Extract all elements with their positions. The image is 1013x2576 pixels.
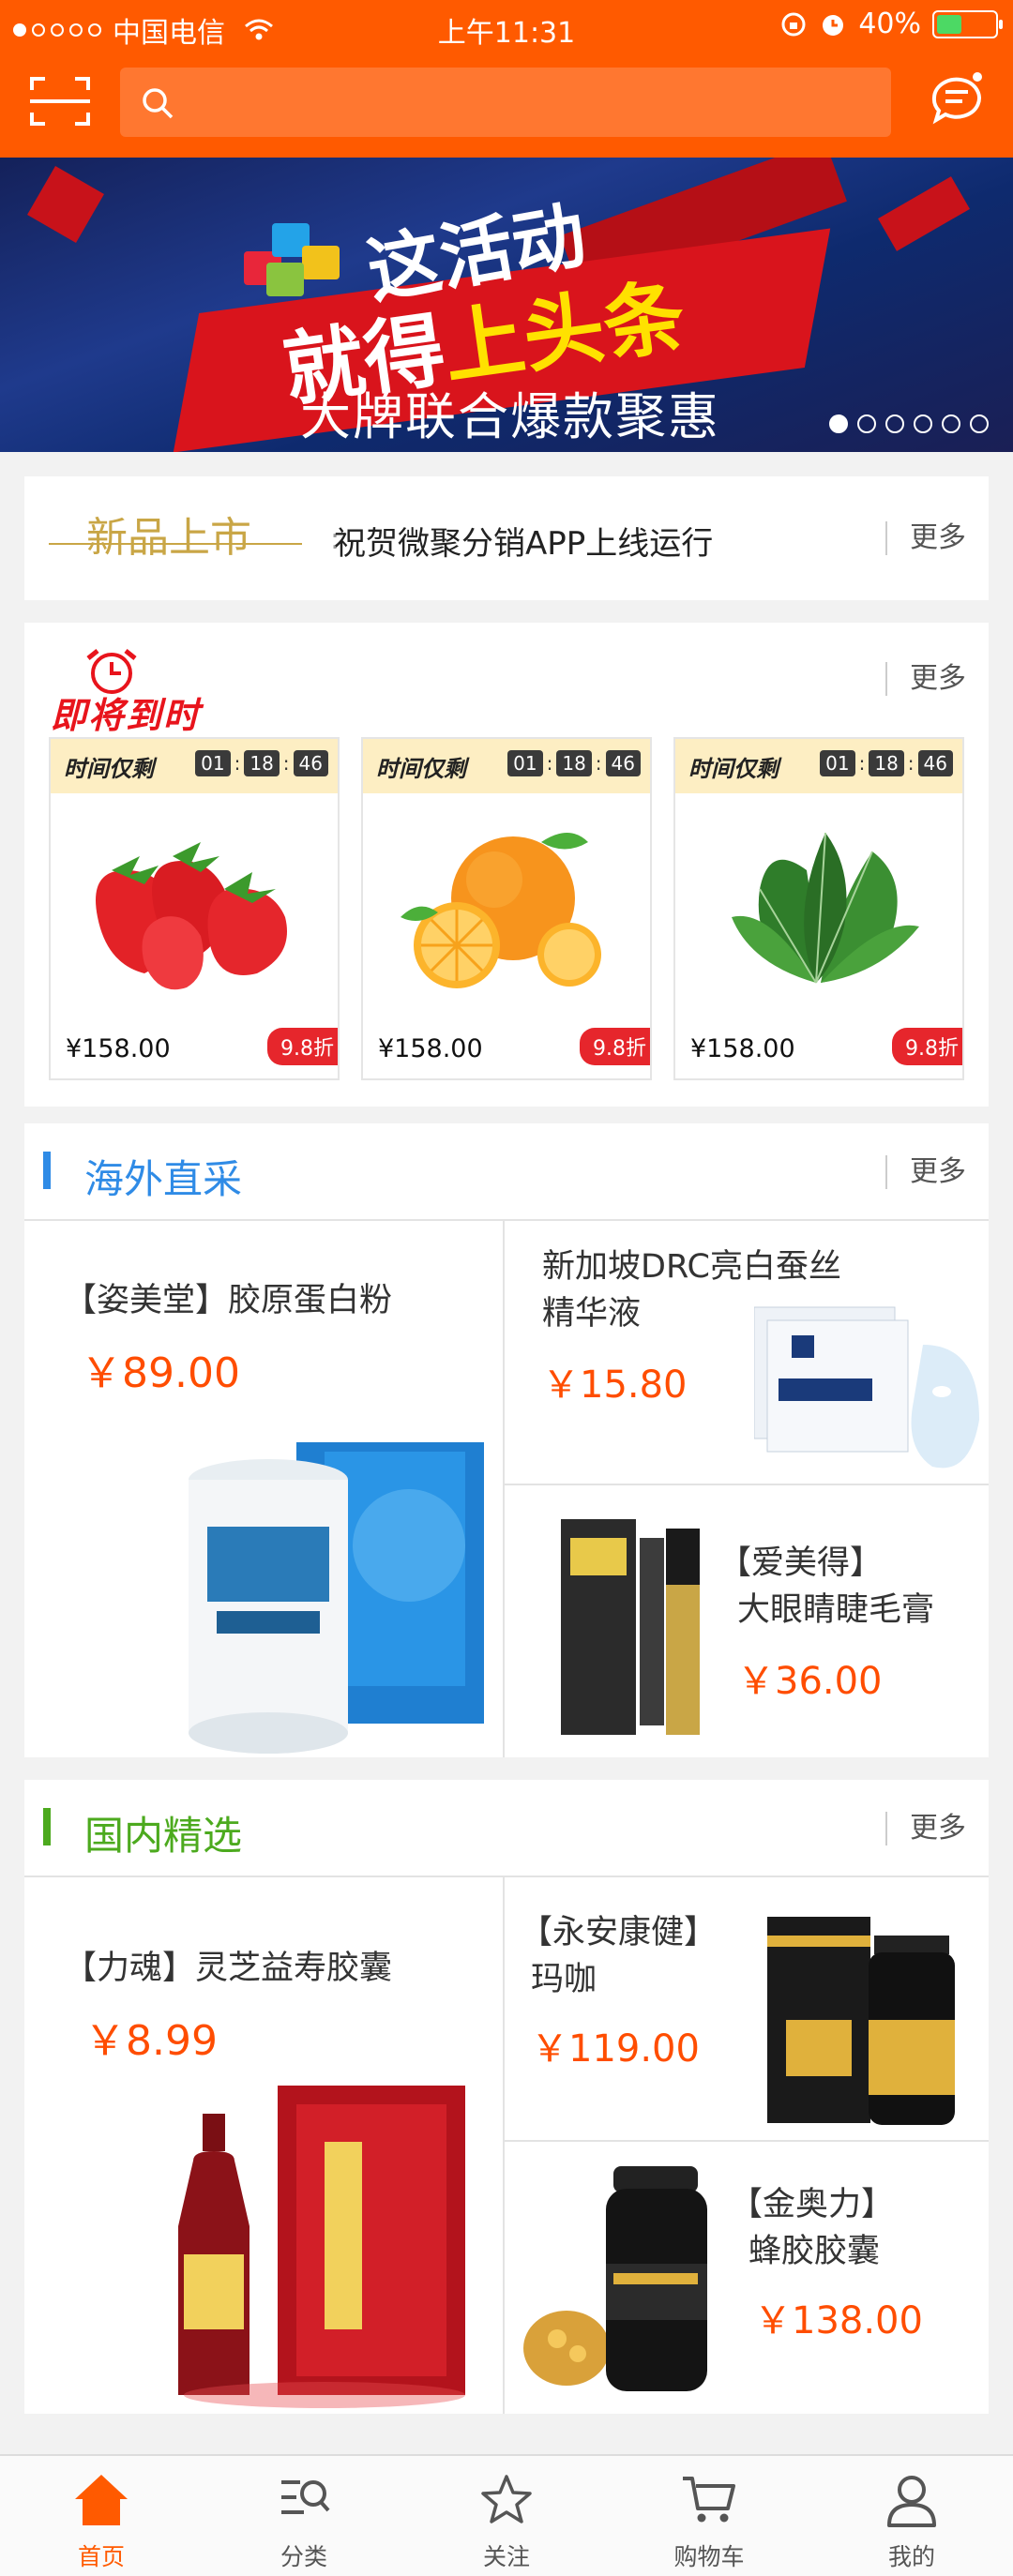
tab-mine[interactable]: 我的: [810, 2456, 1013, 2576]
orange-image: [401, 833, 601, 988]
cart-icon: [683, 2477, 735, 2523]
discount-badge: 9.8折: [267, 1028, 338, 1065]
gift-boxes-icon: [244, 214, 347, 298]
maca-image: [767, 1917, 955, 2125]
carousel-dot[interactable]: [829, 414, 848, 433]
section-title: 海外直采: [84, 1156, 243, 1202]
product-name: 玛咖: [531, 1961, 597, 1998]
banner-line-3: 大牌联合爆款聚惠: [300, 387, 720, 446]
news-more-link[interactable]: 更多: [885, 521, 989, 555]
star-icon: [481, 2475, 532, 2523]
domestic-section: 国内精选 更多 【力魂】灵芝益寿胶囊 ￥8.99 【永安康健】 玛咖 ￥119.…: [24, 1780, 989, 2414]
product-name: 蜂胶胶囊: [748, 2233, 881, 2270]
discount-badge: 9.8折: [892, 1028, 962, 1065]
product-tile[interactable]: 新加坡DRC亮白蚕丝 精华液 ￥15.80: [505, 1223, 989, 1484]
product-price: ￥119.00: [531, 2027, 700, 2071]
product-name: 【永安康健】: [520, 1914, 718, 1951]
tab-home[interactable]: 首页: [0, 2456, 203, 2576]
search-input[interactable]: [120, 68, 891, 137]
news-logo-text: 新品上市: [86, 514, 251, 562]
battery-icon: [932, 9, 1003, 38]
tab-cart[interactable]: 购物车: [608, 2456, 810, 2576]
flash-sale-section: 即将到时 更多 时间仅剩 01:18:46 ¥158.00 9.8折 时间仅剩 …: [24, 623, 989, 1107]
carousel-dot[interactable]: [857, 414, 876, 433]
product-price: ￥138.00: [754, 2299, 923, 2343]
message-icon[interactable]: [929, 69, 985, 126]
category-search-icon: [281, 2480, 330, 2514]
spinach-image: [732, 832, 919, 984]
promo-banner[interactable]: 这活动 就得上头条 大牌联合爆款聚惠: [0, 158, 1013, 452]
carousel-dot[interactable]: [914, 414, 932, 433]
user-icon: [887, 2476, 936, 2527]
product-price: ￥8.99: [84, 2017, 218, 2065]
top-header: 中国电信 上午11:31 40%: [0, 0, 1013, 158]
countdown: 时间仅剩 01:18:46: [363, 739, 650, 793]
product-tile[interactable]: 【力魂】灵芝益寿胶囊 ￥8.99: [24, 1879, 503, 2414]
battery-percent: 40%: [858, 8, 921, 40]
product-name: 【金奥力】: [730, 2186, 895, 2223]
product-name: 【力魂】灵芝益寿胶囊: [64, 1950, 393, 1987]
product-tile[interactable]: 【爱美得】 大眼睛睫毛膏 ￥36.00: [505, 1485, 989, 1757]
flash-sale-more-link[interactable]: 更多: [885, 662, 989, 696]
lock-rotation-icon: [781, 12, 806, 36]
product-price: ￥89.00: [81, 1349, 240, 1397]
carousel-dot[interactable]: [885, 414, 904, 433]
section-more-link[interactable]: 更多: [885, 1155, 989, 1189]
countdown: 时间仅剩 01:18:46: [51, 739, 338, 793]
product-name: 【姿美堂】胶原蛋白粉: [64, 1282, 393, 1319]
product-name: 大眼睛睫毛膏: [737, 1591, 935, 1629]
scan-icon[interactable]: [30, 75, 90, 128]
item-price: ¥158.00: [690, 1034, 795, 1063]
search-icon: [143, 88, 174, 119]
product-tile[interactable]: 【姿美堂】胶原蛋白粉 ￥89.00: [24, 1223, 503, 1757]
carousel-indicator[interactable]: [829, 414, 989, 433]
alarm-icon: [823, 14, 844, 36]
collagen-powder-image: [189, 1442, 484, 1754]
section-header: 国内精选 更多: [24, 1780, 989, 1877]
section-title: 国内精选: [84, 1813, 243, 1859]
propolis-image: [523, 2166, 707, 2391]
product-name: 精华液: [542, 1295, 642, 1333]
tab-category[interactable]: 分类: [203, 2456, 405, 2576]
home-icon: [75, 2475, 128, 2525]
tab-follow[interactable]: 关注: [405, 2456, 608, 2576]
strawberry-image: [96, 842, 287, 990]
news-ticker[interactable]: 新品上市 : 祝贺微聚分销APP上线运行 更多: [24, 476, 989, 600]
section-header: 海外直采 更多: [24, 1123, 989, 1221]
status-bar: 中国电信 上午11:31 40%: [0, 0, 1013, 53]
flash-sale-item[interactable]: 时间仅剩 01:18:46 ¥158.00 9.8折: [673, 737, 964, 1080]
new-arrival-logo: 新品上市: [49, 508, 302, 574]
section-accent-bar: [43, 1808, 51, 1845]
countdown: 时间仅剩 01:18:46: [675, 739, 962, 793]
product-name: 新加坡DRC亮白蚕丝: [542, 1248, 841, 1286]
product-price: ￥36.00: [737, 1660, 883, 1703]
flash-sale-title: 即将到时: [51, 649, 257, 736]
discount-badge: 9.8折: [580, 1028, 650, 1065]
item-price: ¥158.00: [378, 1034, 483, 1063]
item-price: ¥158.00: [66, 1034, 171, 1063]
section-more-link[interactable]: 更多: [885, 1812, 989, 1845]
carousel-dot[interactable]: [942, 414, 960, 433]
flash-sale-item[interactable]: 时间仅剩 01:18:46 ¥158.00 9.8折: [49, 737, 340, 1080]
bottom-tab-bar: 首页 分类 关注 购物车 我的: [0, 2454, 1013, 2576]
facial-mask-image: [754, 1306, 979, 1469]
product-tile[interactable]: 【永安康健】 玛咖 ￥119.00: [505, 1879, 989, 2140]
carousel-dot[interactable]: [970, 414, 989, 433]
product-price: ￥15.80: [542, 1363, 688, 1407]
section-accent-bar: [43, 1152, 51, 1189]
flash-sale-item[interactable]: 时间仅剩 01:18:46 ¥158.00 9.8折: [361, 737, 652, 1080]
overseas-section: 海外直采 更多 【姿美堂】胶原蛋白粉 ￥89.00 新加坡DRC亮白蚕丝 精华液…: [24, 1123, 989, 1757]
product-tile[interactable]: 【金奥力】 蜂胶胶囊 ￥138.00: [505, 2142, 989, 2414]
product-name: 【爱美得】: [718, 1544, 884, 1582]
status-right: 40%: [779, 8, 1003, 40]
ganoderma-wine-image: [178, 2086, 465, 2408]
news-headline[interactable]: 祝贺微聚分销APP上线运行: [334, 518, 713, 564]
mascara-image: [561, 1519, 700, 1735]
